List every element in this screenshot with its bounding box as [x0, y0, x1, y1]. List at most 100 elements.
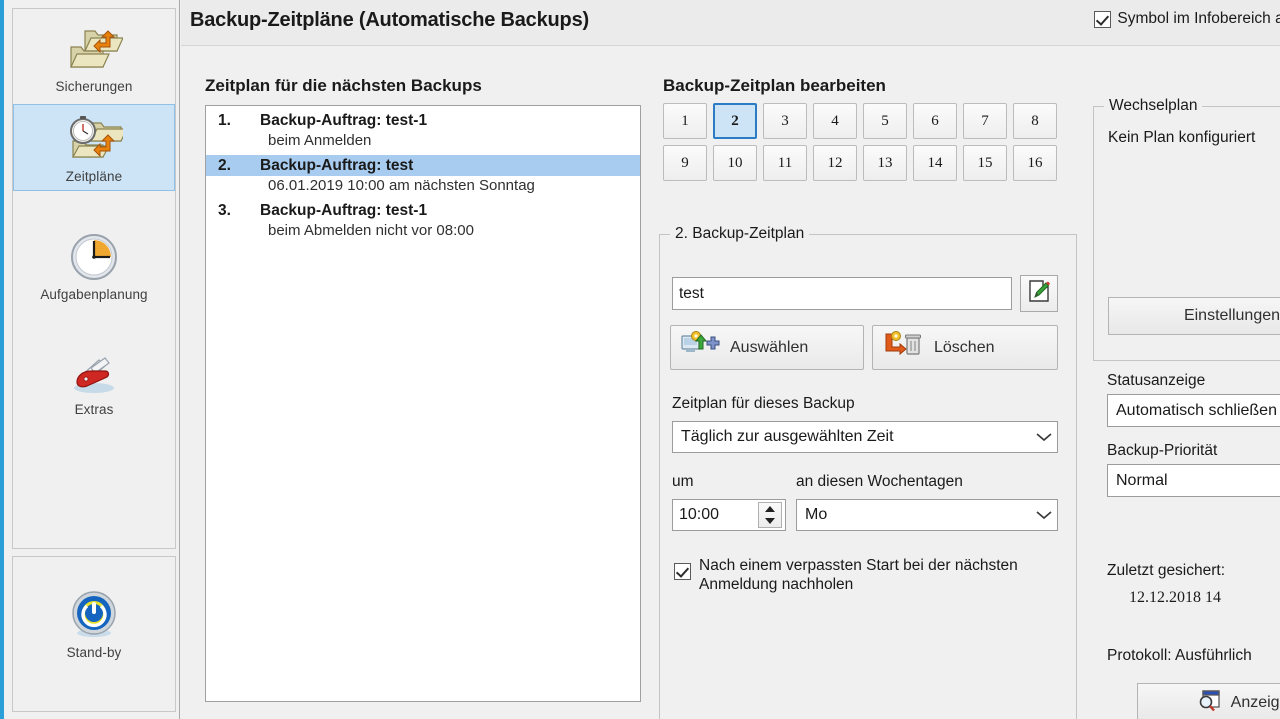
- sidebar-item-label: Sicherungen: [55, 79, 133, 94]
- select-job-button-label: Auswählen: [730, 338, 809, 356]
- edit-name-button[interactable]: [1020, 275, 1058, 312]
- slot-button-9[interactable]: 9: [663, 145, 707, 181]
- list-item-index: 3.: [218, 202, 231, 219]
- schedule-editor-group-title: 2. Backup-Zeitplan: [670, 225, 810, 243]
- rotation-plan-title: Wechselplan: [1104, 97, 1203, 115]
- sidebar-item-aufgabenplanung[interactable]: Aufgabenplanung: [13, 223, 175, 308]
- sidebar-primary-group: Sicherungen Zeitpläne Aufgabenplanung Ex…: [12, 8, 176, 549]
- application-window: Sicherungen Zeitpläne Aufgabenplanung Ex…: [0, 0, 1280, 719]
- time-value: 10:00: [679, 506, 720, 523]
- delete-job-button-label: Löschen: [934, 338, 995, 356]
- list-item-header: 2. Backup-Auftrag: test: [206, 155, 640, 176]
- slot-button-13[interactable]: 13: [863, 145, 907, 181]
- time-stepper-arrows[interactable]: [758, 502, 782, 528]
- list-item-detail: beim Abmelden nicht vor 08:00: [268, 222, 474, 239]
- list-item-detail: beim Anmelden: [268, 132, 372, 149]
- schedule-list-title: Zeitplan für die nächsten Backups: [205, 76, 482, 95]
- folders-backup-icon: [65, 23, 124, 75]
- pencil-edit-icon: [1027, 279, 1051, 308]
- list-item-job: Backup-Auftrag: test: [260, 157, 414, 174]
- rotation-plan-status: Kein Plan konfiguriert: [1108, 129, 1256, 146]
- slot-button-10[interactable]: 10: [713, 145, 757, 181]
- backup-priority-select[interactable]: Normal: [1107, 464, 1280, 497]
- sidebar-item-zeitplaene[interactable]: Zeitpläne: [13, 104, 175, 191]
- list-item-job: Backup-Auftrag: test-1: [260, 112, 428, 129]
- sidebar-item-extras[interactable]: Extras: [13, 338, 175, 423]
- chevron-down-icon: [1031, 422, 1057, 452]
- schedule-name-input[interactable]: [672, 277, 1012, 310]
- sidebar-item-label: Stand-by: [66, 645, 122, 660]
- show-protocol-button-label: Anzeigen: [1230, 694, 1280, 711]
- list-item-header: 3. Backup-Auftrag: test-1: [206, 200, 640, 221]
- backup-priority-label: Backup-Priorität: [1107, 442, 1218, 459]
- delete-job-button[interactable]: Löschen: [872, 325, 1058, 370]
- slot-button-15[interactable]: 15: [963, 145, 1007, 181]
- rotation-plan-group: Wechselplan Kein Plan konfiguriert Einst…: [1093, 97, 1280, 361]
- schedule-editor-group: 2. Backup-Zeitplan test Auswählen Lösche…: [659, 225, 1077, 719]
- checkbox-box: [1094, 10, 1112, 28]
- sidebar-item-label: Zeitpläne: [65, 169, 123, 184]
- select-job-button[interactable]: Auswählen: [670, 325, 864, 370]
- slot-button-1[interactable]: 1: [663, 103, 707, 139]
- slot-button-8[interactable]: 8: [1013, 103, 1057, 139]
- weekday-value: Mo: [805, 506, 828, 523]
- slot-button-2[interactable]: 2: [713, 103, 757, 139]
- main-content: Zeitplan für die nächsten Backups 1. Bac…: [181, 46, 1280, 719]
- backup-priority-value: Normal: [1116, 471, 1168, 489]
- status-display-select[interactable]: Automatisch schließen: [1107, 394, 1280, 427]
- weekday-label: an diesen Wochentagen: [796, 473, 963, 490]
- show-protocol-button[interactable]: Anzeigen: [1137, 683, 1280, 719]
- protocol-label: Protokoll: Ausführlich: [1107, 647, 1252, 664]
- select-job-icon: [681, 331, 721, 364]
- list-item[interactable]: 1. Backup-Auftrag: test-1 beim Anmelden: [206, 110, 640, 155]
- arrow-up-icon: [765, 506, 775, 512]
- rotation-settings-button[interactable]: Einstellungen: [1108, 297, 1280, 335]
- editor-title: Backup-Zeitplan bearbeiten: [663, 76, 886, 95]
- list-item-job: Backup-Auftrag: test-1: [260, 202, 428, 219]
- list-item-index: 2.: [218, 157, 231, 174]
- catchup-checkbox[interactable]: Nach einem verpassten Start bei der näch…: [674, 557, 1044, 595]
- list-item-header: 1. Backup-Auftrag: test-1: [206, 110, 640, 131]
- list-item-detail: 06.01.2019 10:00 am nächsten Sonntag: [268, 177, 535, 194]
- clock-icon: [65, 231, 123, 283]
- sidebar-item-label: Aufgabenplanung: [40, 287, 148, 302]
- slot-button-3[interactable]: 3: [763, 103, 807, 139]
- magnifier-window-icon: [1197, 689, 1223, 718]
- sidebar-item-sicherungen[interactable]: Sicherungen: [13, 15, 175, 100]
- slot-button-6[interactable]: 6: [913, 103, 957, 139]
- schedule-type-label: Zeitplan für dieses Backup: [672, 395, 855, 412]
- weekday-select[interactable]: Mo: [796, 499, 1058, 531]
- slot-button-12[interactable]: 12: [813, 145, 857, 181]
- status-display-label: Statusanzeige: [1107, 372, 1206, 389]
- sidebar-item-standby[interactable]: Stand-by: [13, 581, 175, 666]
- schedule-slot-grid: 1 2 3 4 5 6 7 8 9 10 11 12 13 14 15 16: [663, 103, 1057, 181]
- tray-icon-checkbox-label: Symbol im Infobereich anzeigen: [1117, 10, 1280, 27]
- arrow-down-icon: [765, 518, 775, 524]
- sidebar: Sicherungen Zeitpläne Aufgabenplanung Ex…: [4, 0, 180, 719]
- schedule-type-value: Täglich zur ausgewählten Zeit: [681, 428, 894, 445]
- checkbox-box: [674, 563, 691, 580]
- slot-button-14[interactable]: 14: [913, 145, 957, 181]
- schedule-type-select[interactable]: Täglich zur ausgewählten Zeit: [672, 421, 1058, 453]
- slot-button-11[interactable]: 11: [763, 145, 807, 181]
- page-title: Backup-Zeitpläne (Automatische Backups): [190, 9, 589, 31]
- tray-icon-checkbox[interactable]: Symbol im Infobereich anzeigen: [1094, 10, 1280, 28]
- delete-trash-icon: [883, 331, 925, 364]
- time-stepper[interactable]: 10:00: [672, 499, 786, 531]
- status-display-value: Automatisch schließen: [1116, 401, 1277, 419]
- page-header: Backup-Zeitpläne (Automatische Backups) …: [181, 0, 1280, 46]
- sidebar-item-label: Extras: [74, 402, 114, 417]
- slot-button-5[interactable]: 5: [863, 103, 907, 139]
- catchup-checkbox-label: Nach einem verpassten Start bei der näch…: [699, 557, 1018, 593]
- swiss-knife-icon: [65, 346, 123, 398]
- last-backup-value: 12.12.2018 14: [1129, 589, 1221, 606]
- chevron-down-icon: [1031, 500, 1057, 530]
- sidebar-secondary-group: Stand-by: [12, 556, 176, 712]
- slot-button-16[interactable]: 16: [1013, 145, 1057, 181]
- list-item-index: 1.: [218, 112, 231, 129]
- list-item[interactable]: 2. Backup-Auftrag: test 06.01.2019 10:00…: [206, 155, 640, 200]
- slot-button-7[interactable]: 7: [963, 103, 1007, 139]
- list-item[interactable]: 3. Backup-Auftrag: test-1 beim Abmelden …: [206, 200, 640, 245]
- slot-button-4[interactable]: 4: [813, 103, 857, 139]
- schedule-list[interactable]: 1. Backup-Auftrag: test-1 beim Anmelden …: [205, 105, 641, 702]
